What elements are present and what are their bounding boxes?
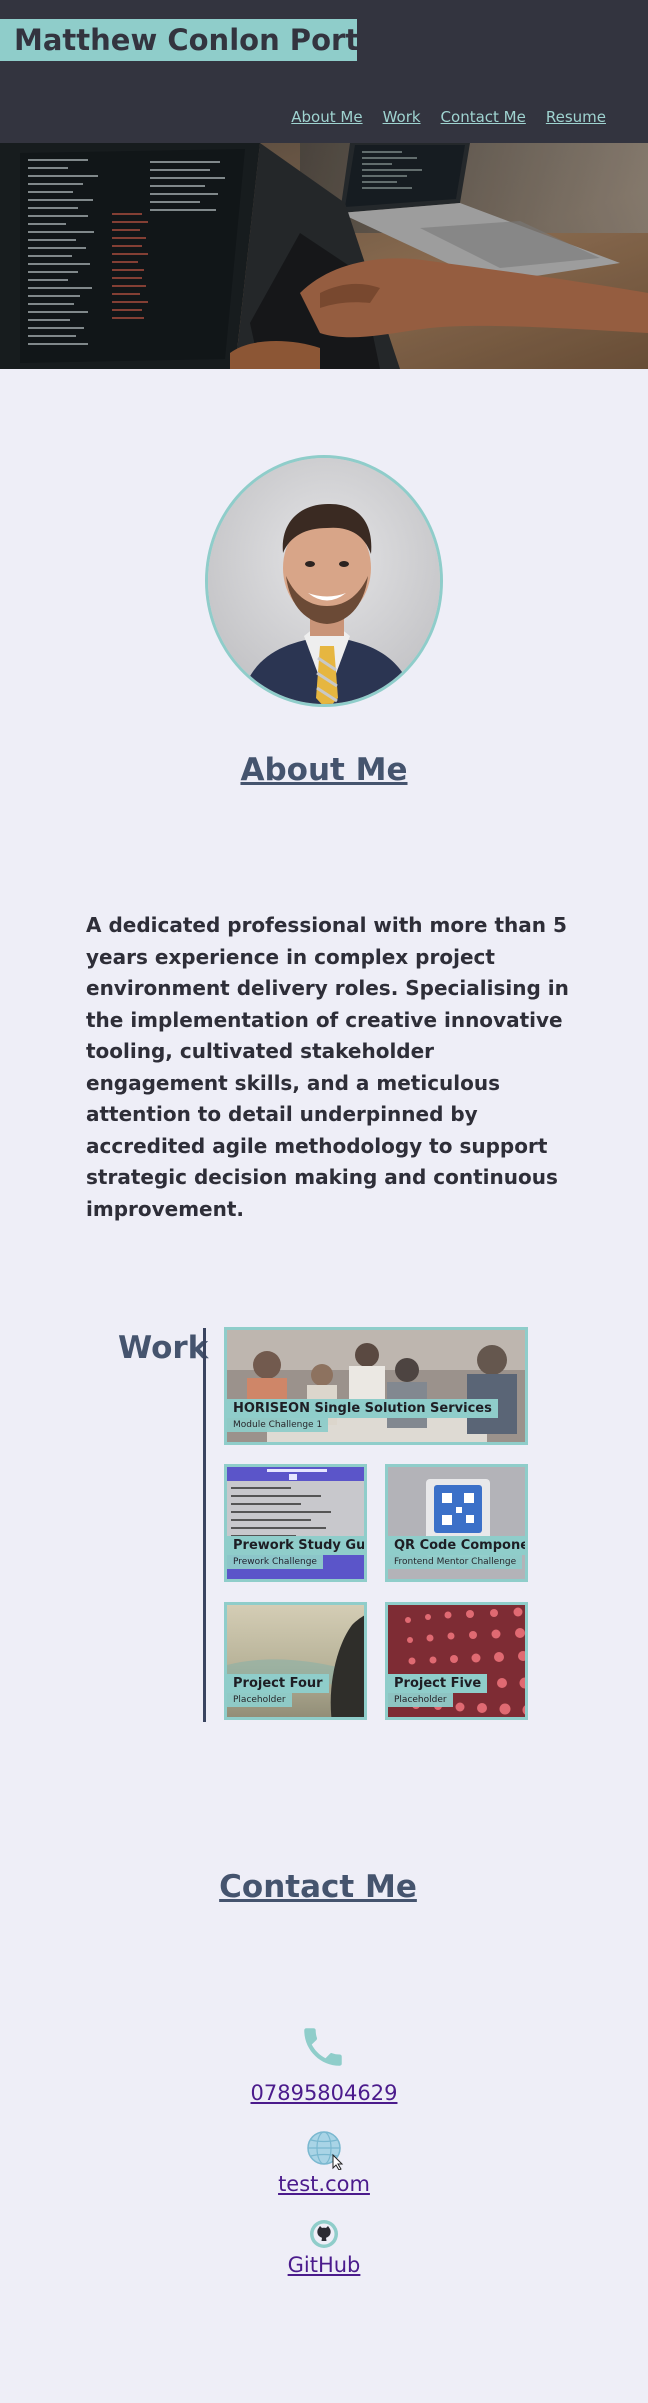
- about-text: A dedicated professional with more than …: [86, 913, 569, 1221]
- project-title: HORISEON Single Solution Services: [227, 1399, 498, 1418]
- nav-link-about[interactable]: About Me: [291, 108, 362, 126]
- project-title: QR Code Component: [388, 1536, 525, 1555]
- project-card-horiseon[interactable]: HORISEON Single Solution Services Module…: [224, 1327, 528, 1445]
- project-card-qr-code[interactable]: QR Code Component Frontend Mentor Challe…: [385, 1464, 528, 1582]
- github-icon: [309, 2219, 339, 2253]
- phone-icon: [298, 2022, 348, 2076]
- laptop-coding-image: [0, 143, 648, 369]
- project-caption: Project Four Placeholder: [227, 1672, 329, 1707]
- project-caption: HORISEON Single Solution Services Module…: [227, 1397, 498, 1432]
- main-nav: About Me Work Contact Me Resume: [291, 108, 606, 126]
- project-subtitle: Frontend Mentor Challenge: [388, 1555, 523, 1569]
- work-divider: [203, 1328, 206, 1722]
- project-card-four[interactable]: Project Four Placeholder: [224, 1602, 367, 1720]
- nav-link-resume[interactable]: Resume: [546, 108, 606, 126]
- site-header: Matthew Conlon Portfolio About Me Work C…: [0, 0, 648, 143]
- project-subtitle: Prework Challenge: [227, 1555, 323, 1569]
- github-link[interactable]: GitHub: [0, 2253, 648, 2277]
- project-subtitle: Module Challenge 1: [227, 1418, 329, 1432]
- hero-image: [0, 143, 648, 369]
- project-card-five[interactable]: Project Five Placeholder: [385, 1602, 528, 1720]
- website-link[interactable]: test.com: [0, 2172, 648, 2196]
- project-caption: QR Code Component Frontend Mentor Challe…: [388, 1534, 525, 1569]
- work-heading: Work: [118, 1330, 209, 1366]
- profile-photo: [205, 455, 443, 707]
- nav-link-work[interactable]: Work: [383, 108, 421, 126]
- globe-icon: [306, 2130, 346, 2174]
- phone-link[interactable]: 07895804629: [0, 2081, 648, 2105]
- nav-link-contact[interactable]: Contact Me: [441, 108, 526, 126]
- site-title: Matthew Conlon Portfolio: [0, 19, 357, 61]
- about-heading: About Me: [240, 752, 408, 788]
- project-subtitle: Placeholder: [388, 1693, 453, 1707]
- project-title: Prework Study Guide: [227, 1536, 364, 1555]
- project-subtitle: Placeholder: [227, 1693, 292, 1707]
- project-title: Project Four: [227, 1674, 329, 1693]
- project-title: Project Five: [388, 1674, 488, 1693]
- project-card-prework[interactable]: Prework Study Guide Prework Challenge: [224, 1464, 367, 1582]
- contact-heading: Contact Me: [219, 1869, 417, 1905]
- project-caption: Project Five Placeholder: [388, 1672, 488, 1707]
- project-caption: Prework Study Guide Prework Challenge: [227, 1534, 364, 1569]
- profile-portrait-image: [208, 458, 440, 704]
